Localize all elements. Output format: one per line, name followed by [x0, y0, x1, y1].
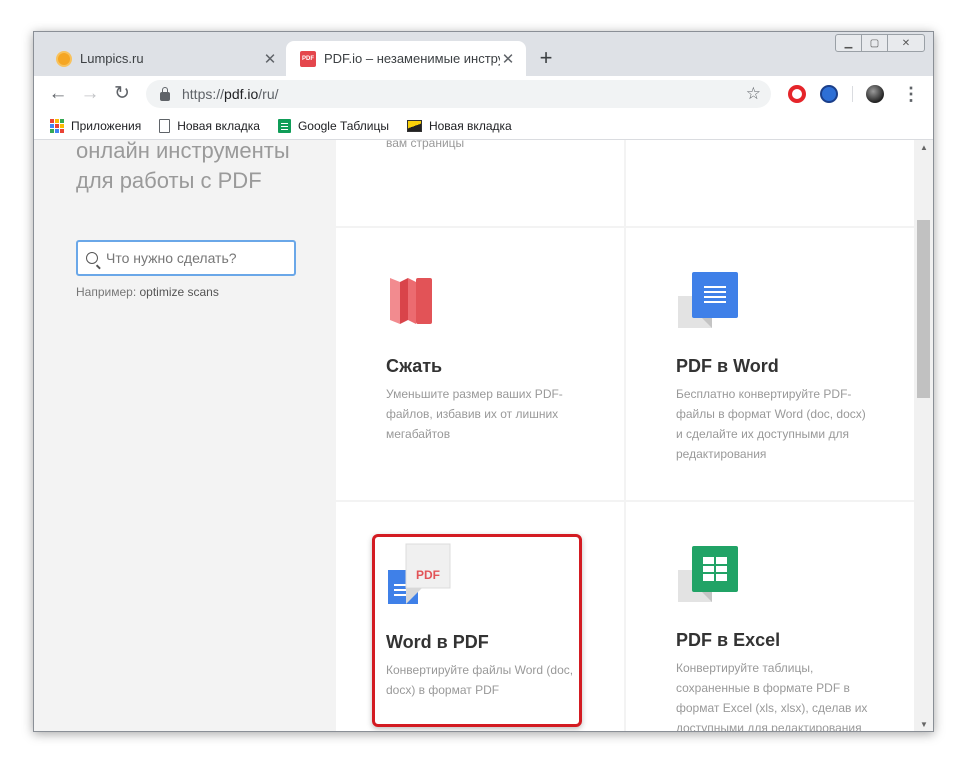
heading-line: для работы с PDF	[76, 168, 262, 193]
card-description: вам страницы	[386, 140, 465, 150]
tab-pdfio[interactable]: PDF PDF.io – незаменимые инструме ✕	[286, 41, 526, 76]
bookmark-new-tab-2[interactable]: Новая вкладка	[406, 118, 512, 133]
search-example: Например: optimize scans	[76, 285, 219, 299]
example-prefix: Например:	[76, 285, 140, 299]
pdfio-favicon-icon: PDF	[300, 50, 316, 67]
card-title: Сжать	[386, 356, 443, 376]
reload-icon[interactable]: ↻	[110, 82, 134, 106]
page-content: онлайн инструменты для работы с PDF Напр…	[34, 140, 914, 732]
card-title: PDF в Excel	[676, 630, 781, 650]
example-link[interactable]: optimize scans	[139, 285, 218, 299]
address-bar[interactable]: https://pdf.io/ru/ ☆	[146, 80, 771, 108]
card-description: Уменьшите размер ваших PDF-файлов, избав…	[386, 387, 563, 441]
bookmarks-bar: Приложения Новая вкладка Google Таблицы …	[34, 112, 933, 140]
maximize-button[interactable]: ▢	[862, 35, 888, 51]
tool-search[interactable]	[76, 240, 296, 276]
bookmark-apps[interactable]: Приложения	[50, 118, 142, 133]
highlight-frame	[372, 534, 582, 727]
lumpics-favicon-icon	[56, 50, 72, 67]
bookmark-star-icon[interactable]: ☆	[746, 84, 761, 104]
tool-card-pdf-to-word[interactable]: PDF в Word Бесплатно конвертируйте PDF-ф…	[626, 228, 914, 500]
url-host: pdf.io	[224, 86, 259, 102]
menu-kebab-icon[interactable]: ⋮	[902, 82, 920, 106]
bookmark-google-sheets[interactable]: Google Таблицы	[277, 118, 389, 133]
bookmark-new-tab[interactable]: Новая вкладка	[159, 118, 260, 133]
browser-toolbar: ← → ↻ https://pdf.io/ru/ ☆ ⋮	[34, 76, 933, 112]
card-description: Бесплатно конвертируйте PDF-файлы в форм…	[676, 387, 866, 461]
url-scheme: https://	[182, 86, 225, 102]
pdf-to-excel-icon	[678, 546, 738, 602]
vertical-scrollbar[interactable]: ▲ ▼	[914, 140, 933, 731]
lock-icon	[160, 86, 170, 101]
tab-title: PDF.io – незаменимые инструме	[324, 51, 500, 66]
new-tab-button[interactable]: +	[534, 45, 558, 71]
scrollbar-thumb[interactable]	[917, 220, 930, 398]
sidebar-heading: онлайн инструменты для работы с PDF	[76, 140, 336, 196]
tool-card-compress[interactable]: Сжать Уменьшите размер ваших PDF-файлов,…	[336, 228, 624, 500]
toolbar-divider	[852, 86, 853, 102]
tool-card-pdf-to-excel[interactable]: PDF в Excel Конвертируйте таблицы, сохра…	[626, 502, 914, 732]
close-window-button[interactable]: ✕	[888, 35, 924, 51]
search-icon	[86, 252, 98, 264]
google-sheets-icon	[277, 118, 291, 133]
apps-grid-icon	[50, 118, 64, 133]
page-icon	[159, 118, 171, 133]
tab-close-icon[interactable]: ✕	[262, 50, 278, 68]
tab-close-icon[interactable]: ✕	[500, 50, 516, 68]
window-controls: ▁ ▢ ✕	[835, 34, 925, 52]
bookmark-label: Новая вкладка	[177, 118, 260, 133]
compress-icon	[390, 278, 432, 324]
tab-title: Lumpics.ru	[80, 51, 144, 66]
opera-vpn-extension-icon[interactable]	[788, 85, 806, 103]
url-path: /ru/	[258, 86, 279, 102]
back-arrow-icon[interactable]: ←	[46, 82, 70, 106]
tool-card-partial[interactable]: вам страницы	[336, 140, 624, 226]
image-icon	[406, 119, 422, 132]
browser-window: Lumpics.ru ✕ PDF PDF.io – незаменимые ин…	[33, 31, 934, 732]
card-description: Конвертируйте таблицы, сохраненные в фор…	[676, 661, 868, 732]
globe-extension-icon[interactable]	[820, 85, 838, 103]
tool-card-partial[interactable]	[626, 140, 914, 226]
heading-line: онлайн инструменты	[76, 140, 290, 163]
minimize-button[interactable]: ▁	[836, 35, 862, 51]
forward-arrow-icon[interactable]: →	[78, 82, 102, 106]
scroll-up-arrow-icon[interactable]: ▲	[914, 140, 933, 156]
card-title: PDF в Word	[676, 356, 779, 376]
tab-lumpics[interactable]: Lumpics.ru ✕	[42, 41, 288, 76]
bookmark-label: Google Таблицы	[297, 118, 389, 133]
search-input[interactable]	[106, 250, 286, 266]
bookmark-label: Новая вкладка	[428, 118, 512, 133]
profile-avatar[interactable]	[866, 85, 884, 103]
bookmark-label: Приложения	[71, 118, 142, 133]
tab-strip: Lumpics.ru ✕ PDF PDF.io – незаменимые ин…	[34, 32, 933, 76]
pdf-to-word-icon	[678, 272, 738, 328]
scroll-down-arrow-icon[interactable]: ▼	[914, 717, 933, 731]
